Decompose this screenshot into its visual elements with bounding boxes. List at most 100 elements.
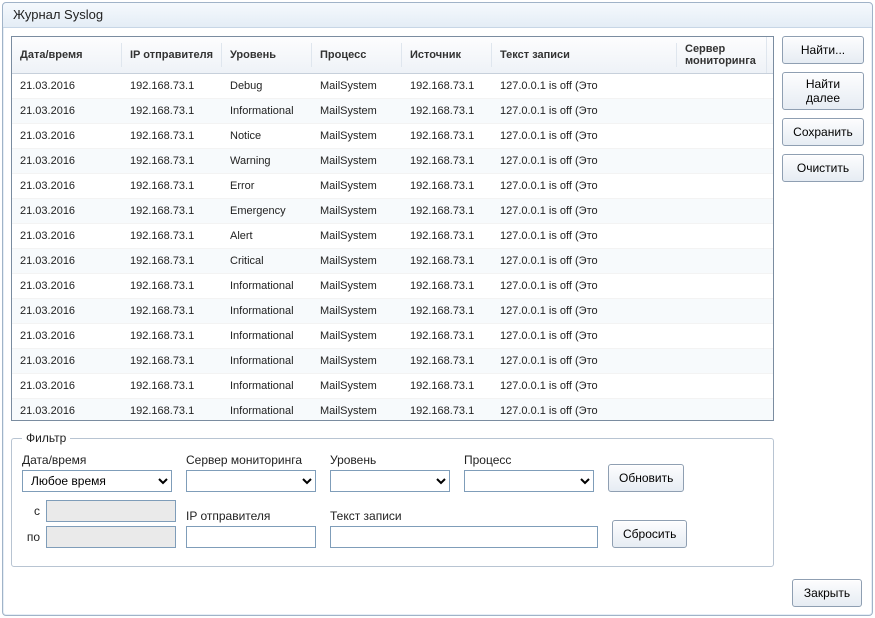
table-row[interactable]: 21.03.2016192.168.73.1ErrorMailSystem192…: [12, 174, 773, 199]
col-header-datetime[interactable]: Дата/время: [12, 43, 122, 67]
cell-process: MailSystem: [312, 74, 402, 98]
label-monitor-server: Сервер мониторинга: [186, 453, 316, 467]
col-header-text[interactable]: Текст записи: [492, 43, 677, 67]
table-header-row: Дата/время IP отправителя Уровень Процес…: [12, 37, 773, 74]
find-button[interactable]: Найти...: [782, 36, 864, 64]
footer: Закрыть: [3, 575, 872, 615]
col-header-source[interactable]: Источник: [402, 43, 492, 67]
cell-date: 21.03.2016: [12, 124, 122, 148]
cell-ip: 192.168.73.1: [122, 174, 222, 198]
cell-process: MailSystem: [312, 374, 402, 398]
cell-source: 192.168.73.1: [402, 249, 492, 273]
refresh-button[interactable]: Обновить: [608, 464, 684, 492]
cell-level: Informational: [222, 99, 312, 123]
label-process: Процесс: [464, 453, 594, 467]
cell-text: 127.0.0.1 is off (Это: [492, 174, 677, 198]
cell-ip: 192.168.73.1: [122, 99, 222, 123]
cell-ip: 192.168.73.1: [122, 349, 222, 373]
label-text: Текст записи: [330, 509, 598, 523]
cell-process: MailSystem: [312, 349, 402, 373]
clear-button[interactable]: Очистить: [782, 154, 864, 182]
label-from: с: [22, 504, 42, 518]
table-row[interactable]: 21.03.2016192.168.73.1EmergencyMailSyste…: [12, 199, 773, 224]
cell-monitor-server: [677, 105, 767, 117]
find-next-button[interactable]: Найти далее: [782, 72, 864, 110]
cell-date: 21.03.2016: [12, 324, 122, 348]
cell-text: 127.0.0.1 is off (Это: [492, 299, 677, 323]
cell-monitor-server: [677, 330, 767, 342]
table-row[interactable]: 21.03.2016192.168.73.1InformationalMailS…: [12, 299, 773, 324]
cell-text: 127.0.0.1 is off (Это: [492, 199, 677, 223]
cell-text: 127.0.0.1 is off (Это: [492, 74, 677, 98]
cell-source: 192.168.73.1: [402, 74, 492, 98]
table-row[interactable]: 21.03.2016192.168.73.1DebugMailSystem192…: [12, 74, 773, 99]
cell-level: Informational: [222, 299, 312, 323]
cell-date: 21.03.2016: [12, 299, 122, 323]
cell-date: 21.03.2016: [12, 349, 122, 373]
table-row[interactable]: 21.03.2016192.168.73.1InformationalMailS…: [12, 349, 773, 374]
cell-source: 192.168.73.1: [402, 399, 492, 420]
table-row[interactable]: 21.03.2016192.168.73.1InformationalMailS…: [12, 99, 773, 124]
cell-process: MailSystem: [312, 149, 402, 173]
cell-ip: 192.168.73.1: [122, 199, 222, 223]
cell-text: 127.0.0.1 is off (Это: [492, 324, 677, 348]
cell-ip: 192.168.73.1: [122, 124, 222, 148]
table-row[interactable]: 21.03.2016192.168.73.1AlertMailSystem192…: [12, 224, 773, 249]
cell-ip: 192.168.73.1: [122, 149, 222, 173]
cell-process: MailSystem: [312, 249, 402, 273]
table-body[interactable]: 21.03.2016192.168.73.1DebugMailSystem192…: [12, 74, 773, 420]
cell-ip: 192.168.73.1: [122, 324, 222, 348]
label-sender-ip: IP отправителя: [186, 509, 316, 523]
cell-source: 192.168.73.1: [402, 374, 492, 398]
titlebar[interactable]: Журнал Syslog: [3, 3, 872, 28]
filter-datetime-select[interactable]: Любое время: [22, 470, 172, 492]
cell-level: Error: [222, 174, 312, 198]
cell-process: MailSystem: [312, 224, 402, 248]
table-row[interactable]: 21.03.2016192.168.73.1WarningMailSystem1…: [12, 149, 773, 174]
filter-monitor-server-select[interactable]: [186, 470, 316, 492]
cell-level: Informational: [222, 274, 312, 298]
cell-date: 21.03.2016: [12, 374, 122, 398]
reset-button[interactable]: Сбросить: [612, 520, 687, 548]
cell-ip: 192.168.73.1: [122, 74, 222, 98]
cell-monitor-server: [677, 255, 767, 267]
cell-monitor-server: [677, 305, 767, 317]
table-row[interactable]: 21.03.2016192.168.73.1InformationalMailS…: [12, 324, 773, 349]
filter-level-select[interactable]: [330, 470, 450, 492]
filter-sender-ip-input[interactable]: [186, 526, 316, 548]
cell-ip: 192.168.73.1: [122, 299, 222, 323]
side-buttons: Найти... Найти далее Сохранить Очистить: [782, 36, 864, 567]
cell-text: 127.0.0.1 is off (Это: [492, 349, 677, 373]
table-row[interactable]: 21.03.2016 192.168.73.1 InformationalMailS…: [12, 374, 773, 399]
save-button[interactable]: Сохранить: [782, 118, 864, 146]
filter-text-input[interactable]: [330, 526, 598, 548]
cell-level: Debug: [222, 74, 312, 98]
syslog-table: Дата/время IP отправителя Уровень Процес…: [11, 36, 774, 421]
table-row[interactable]: 21.03.2016192.168.73.1InformationalMailS…: [12, 399, 773, 420]
cell-monitor-server: [677, 355, 767, 367]
filter-process-select[interactable]: [464, 470, 594, 492]
cell-monitor-server: [677, 80, 767, 92]
cell-level: Informational: [222, 374, 312, 398]
table-row[interactable]: 21.03.2016192.168.73.1NoticeMailSystem19…: [12, 124, 773, 149]
cell-process: MailSystem: [312, 99, 402, 123]
cell-text: 127.0.0.1 is off (Это: [492, 249, 677, 273]
col-header-process[interactable]: Процесс: [312, 43, 402, 67]
cell-monitor-server: [677, 230, 767, 242]
close-button[interactable]: Закрыть: [792, 579, 862, 607]
cell-level: Informational: [222, 349, 312, 373]
cell-level: Warning: [222, 149, 312, 173]
cell-source: 192.168.73.1: [402, 124, 492, 148]
cell-level: Critical: [222, 249, 312, 273]
cell-source: 192.168.73.1: [402, 149, 492, 173]
cell-text: 127.0.0.1 is off (Это: [492, 399, 677, 420]
col-header-monitor-server[interactable]: Сервер мониторинга: [677, 37, 767, 73]
dialog-syslog-journal: Журнал Syslog Дата/время IP отправителя …: [2, 2, 873, 616]
cell-date: 21.03.2016: [12, 149, 122, 173]
col-header-sender-ip[interactable]: IP отправителя: [122, 43, 222, 67]
table-row[interactable]: 21.03.2016192.168.73.1InformationalMailS…: [12, 274, 773, 299]
cell-date: 21.03.2016: [12, 199, 122, 223]
table-row[interactable]: 21.03.2016192.168.73.1CriticalMailSystem…: [12, 249, 773, 274]
cell-text: 127.0.0.1 is off (Это: [492, 374, 677, 398]
col-header-level[interactable]: Уровень: [222, 43, 312, 67]
